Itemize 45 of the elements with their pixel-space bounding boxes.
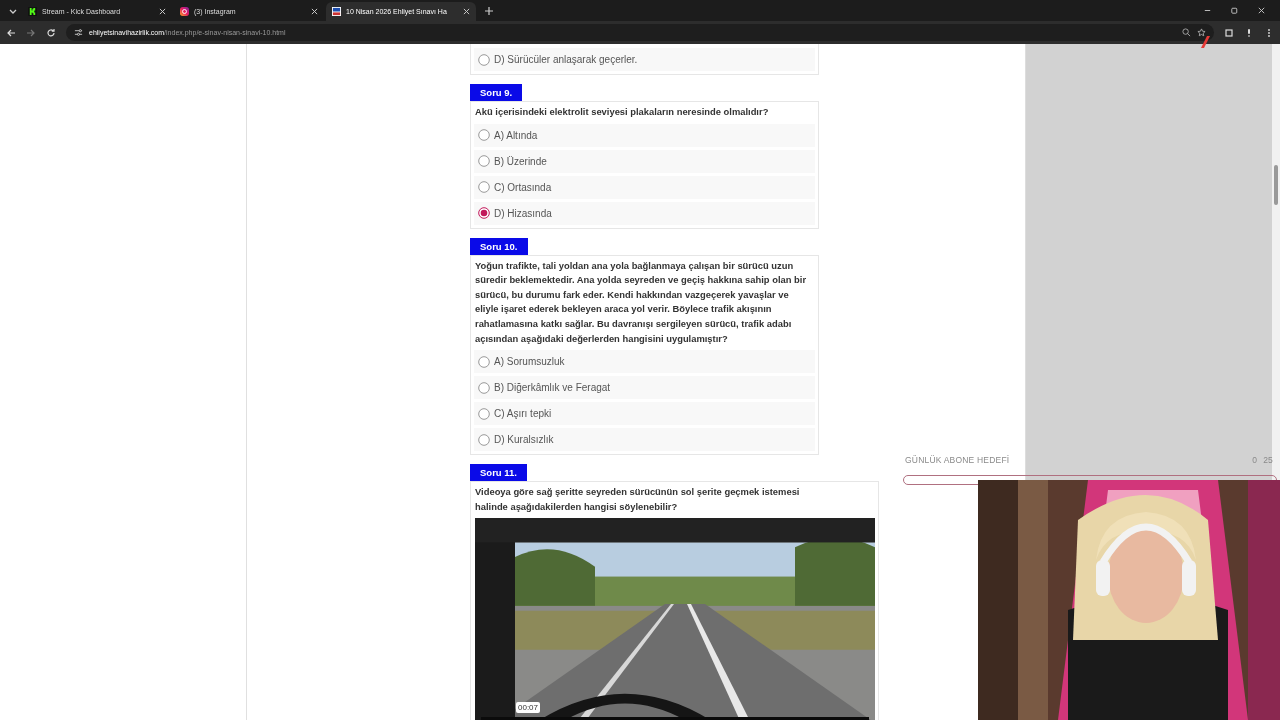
radio-button[interactable] (478, 207, 490, 220)
question-label: Soru 10. (470, 237, 528, 255)
video-time: 00:07 (516, 702, 541, 714)
close-icon[interactable] (311, 8, 318, 15)
restore-icon[interactable] (1230, 6, 1239, 15)
answer-option[interactable]: B) Üzerinde (474, 149, 815, 173)
question-text: Videoya göre sağ şeritte seyreden sürücünün sol şerite geçmek istemesi halinde aşağıdakilerden hangisi söylenebilir? (474, 485, 801, 514)
close-icon[interactable] (1257, 6, 1266, 15)
radio-button[interactable] (478, 381, 490, 394)
radio-button[interactable] (478, 355, 490, 368)
close-icon[interactable] (159, 8, 166, 15)
radio-button[interactable] (478, 129, 490, 142)
camera-logo-icon (180, 7, 189, 16)
new-tab-icon[interactable] (484, 5, 494, 16)
forward-icon[interactable] (26, 27, 36, 38)
k-logo-icon (28, 7, 37, 16)
answer-option[interactable]: C) Ortasında (474, 175, 815, 199)
answer-option[interactable]: A) Altında (474, 123, 815, 147)
close-icon[interactable] (463, 8, 470, 15)
answer-option[interactable]: C) Aşırı tepki (474, 402, 815, 426)
radio-button[interactable] (478, 433, 490, 446)
goal-current: 0 (1252, 455, 1258, 465)
question-label: Soru 11. (470, 464, 527, 482)
scrollbar-thumb[interactable] (1274, 165, 1278, 205)
star-icon[interactable] (1197, 28, 1206, 37)
reload-icon[interactable] (46, 27, 56, 38)
radio-button[interactable] (478, 155, 490, 168)
site-favicon-icon (332, 7, 341, 16)
radio-button[interactable] (478, 181, 490, 194)
goal-title: GÜNLÜK ABONE HEDEFİ (905, 455, 1010, 465)
answer-option[interactable]: D) Kuralsızlık (474, 428, 815, 452)
answer-option[interactable]: A) Sorumsuzluk (474, 350, 815, 374)
question-text: Akü içerisindeki elektrolit seviyesi plakaların neresinde olmalıdır? (474, 105, 770, 119)
answer-option[interactable]: B) Diğerkâmlık ve Feragat (474, 376, 815, 400)
zoom-icon[interactable] (1182, 28, 1191, 37)
site-settings-icon[interactable] (74, 28, 83, 37)
radio-button[interactable] (478, 53, 490, 66)
answer-option[interactable]: D) Hizasında (474, 201, 815, 225)
back-icon[interactable] (6, 27, 16, 38)
question-label: Soru 9. (470, 84, 523, 101)
radio-button[interactable] (478, 407, 490, 420)
extensions-icon[interactable] (1224, 27, 1234, 38)
answer-option[interactable]: D) Sürücüler anlaşarak geçerler. (474, 48, 815, 71)
question-text: Yoğun trafikte, tali yoldan ana yola bağlanmaya çalışan bir sürücü uzun süredir beklemektedir. Ana yolda seyreden ve geçiş hakkına sahip olan bir sürücü, bu durumu fark eder. Kendi hakkından vazgeçerek yavaşlar ve eliyle işaret ederek bekleyen araca yol verir. Böylece trafik akışının rahatlamasına katkı sağlar. Bu davranışı sergileyen sürücü, trafik adabı açısından aşağıdaki değerlerden hangisini uygulamıştır? (474, 258, 808, 346)
goal-target: 25 (1263, 455, 1273, 465)
